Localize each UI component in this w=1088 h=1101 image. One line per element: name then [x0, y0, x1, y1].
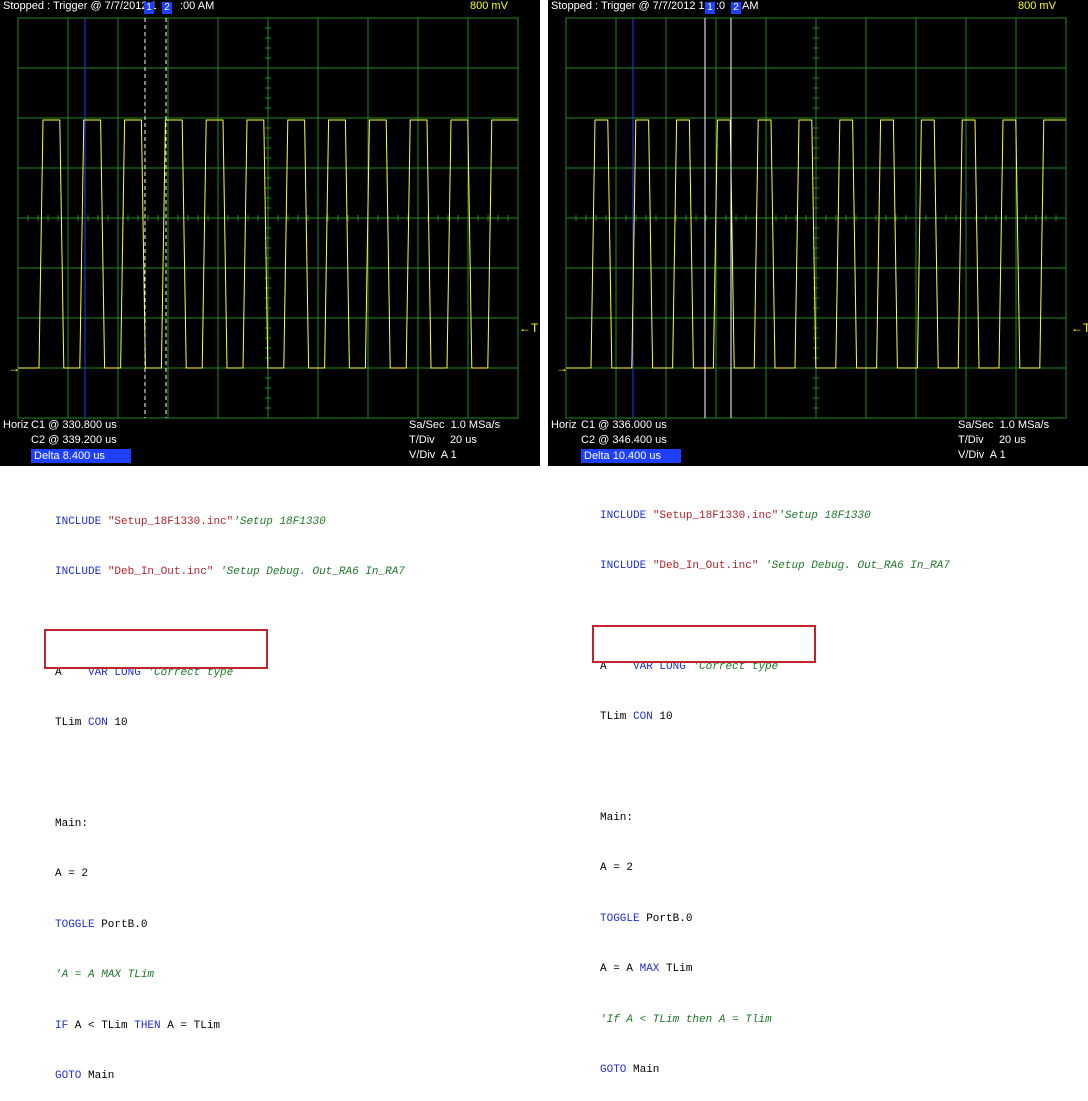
- cursor-2-tag[interactable]: 2: [731, 2, 741, 14]
- code-line-tlim: TLim CON 10: [600, 711, 673, 724]
- cursor-1-tag[interactable]: 1: [144, 2, 154, 14]
- time-per-div-readout: T/Div 20 us: [409, 434, 477, 446]
- scope-screen-right: Stopped : Trigger @ 7/7/2012 1 1 :0 2 AM…: [548, 0, 1088, 466]
- cursor-2-readout: C2 @ 346.400 us: [581, 434, 667, 446]
- trigger-marker-right[interactable]: ←T: [1071, 322, 1088, 334]
- code-line-assign: A = 2: [55, 868, 89, 881]
- highlight-box-right: [592, 625, 816, 663]
- volts-per-div-readout: 800 mV: [1018, 0, 1056, 12]
- code-line-include-setup: INCLUDE "Setup_18F1330.inc"'Setup 18F133…: [600, 509, 871, 522]
- scope-status-tail: :00 AM: [180, 0, 215, 12]
- cursor-1-readout: C1 @ 330.800 us: [31, 419, 117, 431]
- scope-screen-left: Stopped : Trigger @ 7/7/2012 1 1 2 :00 A…: [0, 0, 540, 466]
- code-line-tlim: TLim CON 10: [55, 717, 128, 730]
- code-line-if-then: IF A < TLim THEN A = TLim: [55, 1019, 221, 1032]
- volts-per-div-readout: 800 mV: [470, 0, 508, 12]
- code-line-max: A = A MAX TLim: [600, 963, 693, 976]
- code-line-toggle: TOGGLE PortB.0: [600, 912, 693, 925]
- code-line-main-label: Main:: [600, 811, 634, 824]
- volts-per-div-channel: V/Div A 1: [958, 449, 1006, 461]
- sample-rate-readout: Sa/Sec 1.0 MSa/s: [409, 419, 501, 431]
- delta-readout: Delta 8.400 us: [31, 449, 131, 463]
- cursor-2-readout: C2 @ 339.200 us: [31, 434, 117, 446]
- code-line-goto: GOTO Main: [55, 1069, 115, 1082]
- trigger-level-left-marker[interactable]: →: [556, 362, 568, 374]
- delta-readout: Delta 10.400 us: [581, 449, 681, 463]
- code-listing-left: INCLUDE "Setup_18F1330.inc"'Setup 18F133…: [55, 480, 405, 1101]
- code-listing-right: INCLUDE "Setup_18F1330.inc"'Setup 18F133…: [600, 474, 950, 1095]
- scope-status-tail: :0: [716, 0, 726, 12]
- code-line-include-debug: INCLUDE "Deb_In_Out.inc" 'Setup Debug. O…: [600, 559, 950, 572]
- trigger-marker-right[interactable]: ←T: [519, 322, 538, 334]
- code-line-assign: A = 2: [600, 862, 634, 875]
- horiz-label: Horiz: [3, 419, 29, 431]
- sample-rate-readout: Sa/Sec 1.0 MSa/s: [958, 419, 1050, 431]
- code-line-include-setup: INCLUDE "Setup_18F1330.inc"'Setup 18F133…: [55, 515, 326, 528]
- highlight-box-left: [44, 629, 268, 669]
- code-line-main-label: Main:: [55, 817, 89, 830]
- code-line-max-commented: 'A = A MAX TLim: [55, 969, 155, 982]
- code-line-include-debug: INCLUDE "Deb_In_Out.inc" 'Setup Debug. O…: [55, 565, 405, 578]
- horiz-label: Horiz: [551, 419, 577, 431]
- cursor-1-readout: C1 @ 336.000 us: [581, 419, 667, 431]
- scope-grid-left: [17, 17, 519, 419]
- scope-grid-right: [565, 17, 1067, 419]
- code-line-toggle: TOGGLE PortB.0: [55, 918, 148, 931]
- scope-status: Stopped : Trigger @ 7/7/2012 1: [3, 0, 157, 12]
- trigger-level-left-marker[interactable]: →: [8, 362, 20, 374]
- scope-status-tail-2: AM: [742, 0, 759, 12]
- code-line-if-commented: 'If A < TLim then A = Tlim: [600, 1013, 772, 1026]
- volts-per-div-channel: V/Div A 1: [409, 449, 457, 461]
- time-per-div-readout: T/Div 20 us: [958, 434, 1026, 446]
- scope-status: Stopped : Trigger @ 7/7/2012 1: [551, 0, 705, 12]
- cursor-2-tag[interactable]: 2: [162, 2, 172, 14]
- code-line-goto: GOTO Main: [600, 1063, 660, 1076]
- cursor-1-tag[interactable]: 1: [705, 2, 715, 14]
